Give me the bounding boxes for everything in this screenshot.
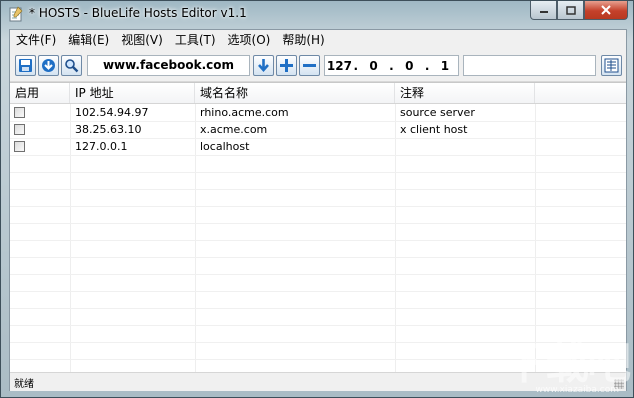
grid-line bbox=[10, 206, 626, 207]
remove-button[interactable] bbox=[299, 55, 320, 76]
import-button[interactable] bbox=[38, 55, 59, 76]
ip-cell: 127.0.0.1 bbox=[75, 140, 128, 153]
menu-file[interactable]: 文件(F) bbox=[10, 30, 62, 50]
menu-options[interactable]: 选项(O) bbox=[222, 30, 277, 50]
grid-line bbox=[10, 138, 626, 139]
close-icon bbox=[601, 5, 611, 15]
grid-line bbox=[10, 325, 626, 326]
client-area: 文件(F) 编辑(E) 视图(V) 工具(T) 选项(O) 帮助(H) www.… bbox=[9, 29, 627, 391]
grid-line bbox=[10, 189, 626, 190]
comment-cell bbox=[395, 138, 400, 155]
grid-line bbox=[10, 359, 626, 360]
menu-help[interactable]: 帮助(H) bbox=[276, 30, 330, 50]
host-cell: rhino.acme.com bbox=[200, 106, 289, 119]
grid-line bbox=[10, 223, 626, 224]
grid-line bbox=[10, 155, 626, 156]
menu-edit[interactable]: 编辑(E) bbox=[62, 30, 115, 50]
column-ip[interactable]: IP 地址 bbox=[70, 83, 195, 103]
list-header: 启用 IP 地址 域名名称 注释 bbox=[10, 83, 626, 104]
ip-octet-2[interactable]: 0 bbox=[363, 59, 385, 73]
comment-cell: source server bbox=[400, 106, 475, 119]
ip-octet-1[interactable]: 127 bbox=[327, 59, 352, 73]
enable-checkbox[interactable] bbox=[14, 141, 25, 152]
menu-bar: 文件(F) 编辑(E) 视图(V) 工具(T) 选项(O) 帮助(H) bbox=[10, 30, 626, 50]
app-window: * HOSTS - BlueLife Hosts Editor v1.1 文件(… bbox=[0, 0, 634, 398]
grid-line bbox=[10, 121, 626, 122]
status-bar: 就绪 bbox=[10, 372, 626, 391]
toolbar: www.facebook.com 127 . 0 . 0 . 1 bbox=[10, 51, 626, 82]
minimize-icon bbox=[539, 11, 548, 13]
title-bar[interactable]: * HOSTS - BlueLife Hosts Editor v1.1 bbox=[1, 1, 633, 27]
column-hostname[interactable]: 域名名称 bbox=[195, 83, 395, 103]
watermark-url: www.xiazaiba.com bbox=[535, 385, 619, 395]
minimize-button[interactable] bbox=[530, 1, 557, 20]
list-body: 102.54.94.97 rhino.acme.com source serve… bbox=[10, 104, 626, 372]
close-button[interactable] bbox=[584, 1, 628, 20]
grid-line bbox=[10, 342, 626, 343]
move-down-icon bbox=[258, 59, 269, 72]
column-comment[interactable]: 注释 bbox=[395, 83, 535, 103]
maximize-icon bbox=[565, 5, 576, 15]
move-down-button[interactable] bbox=[253, 55, 274, 76]
menu-view[interactable]: 视图(V) bbox=[115, 30, 169, 50]
save-button[interactable] bbox=[15, 55, 36, 76]
status-text: 就绪 bbox=[14, 379, 34, 390]
ip-octet-3[interactable]: 0 bbox=[398, 59, 420, 73]
add-icon bbox=[280, 59, 293, 72]
enable-checkbox[interactable] bbox=[14, 124, 25, 135]
table-row[interactable]: 102.54.94.97 rhino.acme.com source serve… bbox=[10, 104, 626, 121]
host-cell: x.acme.com bbox=[200, 123, 268, 136]
ip-separator: . bbox=[424, 58, 430, 73]
list-view-button[interactable] bbox=[601, 55, 622, 76]
table-row[interactable]: 127.0.0.1 localhost bbox=[10, 138, 626, 155]
grid-line bbox=[10, 172, 626, 173]
host-cell: localhost bbox=[200, 140, 250, 153]
ip-octet-4[interactable]: 1 bbox=[434, 59, 456, 73]
list-view-icon bbox=[604, 58, 619, 73]
column-enabled[interactable]: 启用 bbox=[10, 83, 70, 103]
grid-line bbox=[10, 291, 626, 292]
domain-input[interactable]: www.facebook.com bbox=[87, 55, 250, 76]
window-title: * HOSTS - BlueLife Hosts Editor v1.1 bbox=[29, 6, 247, 20]
save-icon bbox=[19, 59, 32, 72]
ip-separator: . bbox=[389, 58, 394, 73]
ip-address-input[interactable]: 127 . 0 . 0 . 1 bbox=[324, 55, 459, 76]
remove-icon bbox=[303, 64, 316, 67]
grid-line bbox=[10, 240, 626, 241]
add-button[interactable] bbox=[276, 55, 297, 76]
comment-cell: x client host bbox=[400, 123, 468, 136]
search-button[interactable] bbox=[61, 55, 82, 76]
ip-cell: 102.54.94.97 bbox=[75, 106, 149, 119]
maximize-button[interactable] bbox=[557, 1, 584, 20]
import-icon bbox=[42, 59, 55, 72]
table-row[interactable]: 38.25.63.10 x.acme.com x client host bbox=[10, 121, 626, 138]
menu-tools[interactable]: 工具(T) bbox=[169, 30, 222, 50]
ip-cell: 38.25.63.10 bbox=[75, 123, 142, 136]
grid-line bbox=[10, 274, 626, 275]
notepad-icon bbox=[9, 6, 23, 22]
hosts-list[interactable]: 启用 IP 地址 域名名称 注释 102.54.94.97 rhino.acme… bbox=[10, 82, 626, 372]
ip-separator: . bbox=[353, 58, 359, 73]
search-icon bbox=[65, 59, 79, 73]
comment-input[interactable] bbox=[463, 55, 596, 76]
grid-line bbox=[10, 308, 626, 309]
grid-line bbox=[10, 257, 626, 258]
enable-checkbox[interactable] bbox=[14, 107, 25, 118]
